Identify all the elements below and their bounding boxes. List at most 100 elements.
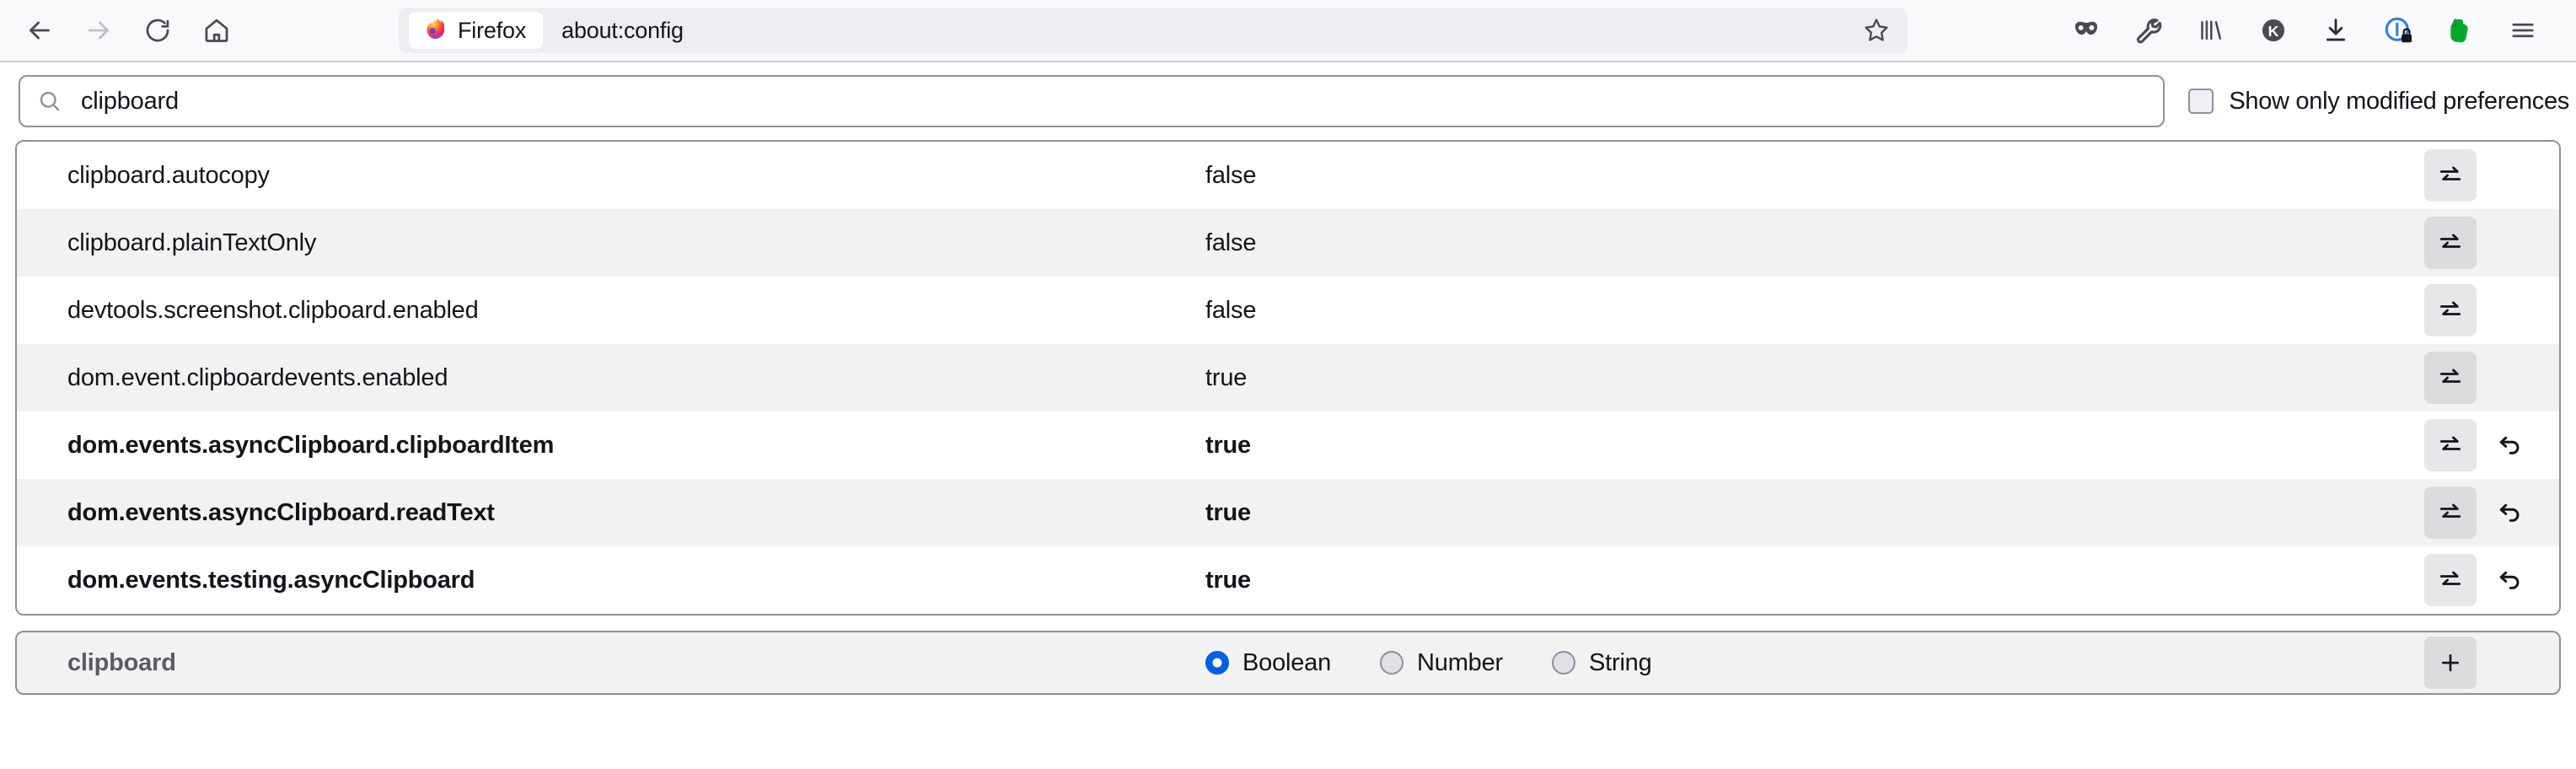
toggle-value-button[interactable] — [2424, 352, 2477, 404]
brand-label: Firefox — [458, 17, 527, 43]
svg-text:K: K — [2268, 23, 2279, 40]
library-icon-button[interactable] — [2180, 8, 2242, 53]
reset-preference-button[interactable] — [2483, 554, 2536, 606]
preference-name: devtools.screenshot.clipboard.enabled — [67, 296, 479, 324]
reload-button[interactable] — [130, 8, 185, 53]
reset-preference-button[interactable] — [2483, 419, 2536, 471]
address-bar[interactable]: Firefox about:config — [399, 8, 1908, 53]
add-preference-row: clipboard Boolean Number String — [15, 631, 2561, 695]
preference-row[interactable]: dom.events.asyncClipboard.clipboardItem t… — [17, 411, 2559, 479]
add-preference-actions — [2424, 637, 2559, 689]
preference-name: clipboard.autocopy — [67, 161, 270, 189]
download-icon-button[interactable] — [2305, 8, 2367, 53]
download-icon — [2326, 19, 2346, 41]
toggle-arrows-icon — [2439, 503, 2461, 518]
preference-actions — [2424, 419, 2559, 471]
preference-row[interactable]: clipboard.plainTextOnly false — [17, 209, 2559, 277]
forward-button[interactable] — [71, 8, 126, 53]
reload-icon — [146, 19, 169, 42]
plus-icon — [2441, 653, 2460, 672]
onepassword-lock-icon-button[interactable] — [2367, 8, 2429, 53]
search-icon — [40, 91, 60, 111]
mask-icon-button[interactable] — [2055, 8, 2117, 53]
wrench-icon-button[interactable] — [2117, 8, 2180, 53]
toggle-value-button[interactable] — [2424, 487, 2477, 539]
type-option-boolean[interactable]: Boolean — [1205, 649, 1331, 677]
show-modified-checkbox[interactable] — [2188, 89, 2214, 114]
hamburger-menu-icon — [2512, 23, 2534, 38]
preference-actions — [2424, 217, 2559, 269]
url-text: about:config — [561, 17, 684, 43]
new-preference-name[interactable]: clipboard — [17, 649, 1197, 677]
toggle-value-button[interactable] — [2424, 149, 2477, 202]
type-option-number[interactable]: Number — [1380, 649, 1503, 677]
new-preference-type-group: Boolean Number String — [1197, 649, 2424, 677]
radio-button[interactable] — [1380, 651, 1404, 675]
home-icon — [205, 19, 228, 42]
firefox-logo-icon — [427, 18, 444, 40]
show-modified-checkbox-row[interactable]: Show only modified preferences — [2188, 88, 2576, 116]
show-modified-label: Show only modified preferences — [2229, 87, 2569, 115]
preference-actions — [2424, 487, 2559, 539]
brand-chip[interactable]: Firefox — [409, 12, 544, 49]
bookmark-button[interactable] — [1850, 10, 1902, 51]
undo-arrow-icon — [2499, 503, 2520, 522]
radio-button[interactable] — [1551, 651, 1575, 675]
action-slot-empty — [2483, 217, 2536, 269]
preference-value: false — [1205, 161, 1257, 189]
evernote-elephant-icon-button[interactable] — [2429, 8, 2492, 53]
preference-value: true — [1205, 566, 1251, 594]
preference-row[interactable]: dom.events.asyncClipboard.readText true — [17, 479, 2559, 546]
toggle-arrows-icon — [2439, 301, 2461, 315]
preference-value: false — [1205, 229, 1257, 256]
kagi-badge-icon: K — [2262, 19, 2285, 42]
onepassword-lock-icon — [2385, 17, 2412, 43]
star-icon — [1865, 19, 1888, 41]
toggle-value-button[interactable] — [2424, 419, 2477, 471]
home-button[interactable] — [189, 8, 244, 53]
action-slot-empty — [2483, 149, 2536, 202]
reset-preference-button[interactable] — [2483, 487, 2536, 539]
library-icon — [2201, 20, 2222, 40]
toggle-value-button[interactable] — [2424, 217, 2477, 269]
preference-value: false — [1205, 296, 1257, 324]
preference-row[interactable]: devtools.screenshot.clipboard.enabled fal… — [17, 277, 2559, 344]
type-option-string[interactable]: String — [1551, 648, 1652, 677]
arrow-right-icon — [89, 21, 109, 40]
search-strip: Show only modified preferences — [0, 62, 2576, 140]
toggle-arrows-icon — [2439, 166, 2461, 180]
search-box[interactable] — [19, 75, 2165, 127]
arrow-left-icon — [30, 21, 50, 40]
preference-value: true — [1205, 363, 1248, 391]
preference-row[interactable]: clipboard.autocopy false — [17, 142, 2559, 209]
preference-name: clipboard.plainTextOnly — [67, 229, 317, 256]
wrench-icon — [2136, 19, 2162, 44]
preference-actions — [2424, 284, 2559, 336]
add-preference-container: clipboard Boolean Number String — [15, 631, 2561, 695]
preference-actions — [2424, 352, 2559, 404]
back-button[interactable] — [12, 8, 67, 53]
kagi-badge-icon-button[interactable]: K — [2242, 8, 2305, 53]
mask-icon — [2074, 21, 2098, 35]
search-input[interactable] — [81, 87, 2147, 116]
action-slot-empty — [2483, 284, 2536, 336]
preference-value: true — [1205, 431, 1251, 459]
toggle-arrows-icon — [2439, 436, 2461, 450]
hamburger-menu-icon-button[interactable] — [2492, 8, 2554, 53]
toggle-arrows-icon — [2439, 234, 2461, 248]
preferences-table: clipboard.autocopy false clipboard.plainTe… — [15, 140, 2561, 616]
preference-row[interactable]: dom.events.testing.asyncClipboard true — [17, 546, 2559, 614]
toggle-arrows-icon — [2439, 368, 2461, 383]
type-option-label: String — [1588, 648, 1652, 676]
preference-name: dom.events.testing.asyncClipboard — [67, 566, 475, 594]
toggle-value-button[interactable] — [2424, 554, 2477, 606]
preference-row[interactable]: dom.event.clipboardevents.enabled true — [17, 344, 2559, 411]
undo-arrow-icon — [2499, 436, 2520, 454]
preference-name: dom.event.clipboardevents.enabled — [67, 363, 448, 391]
radio-button[interactable] — [1205, 651, 1229, 675]
type-option-label: Boolean — [1242, 648, 1332, 676]
preference-actions — [2424, 149, 2559, 202]
add-preference-button[interactable] — [2424, 637, 2477, 689]
action-slot-empty — [2483, 352, 2536, 404]
toggle-value-button[interactable] — [2424, 284, 2477, 336]
